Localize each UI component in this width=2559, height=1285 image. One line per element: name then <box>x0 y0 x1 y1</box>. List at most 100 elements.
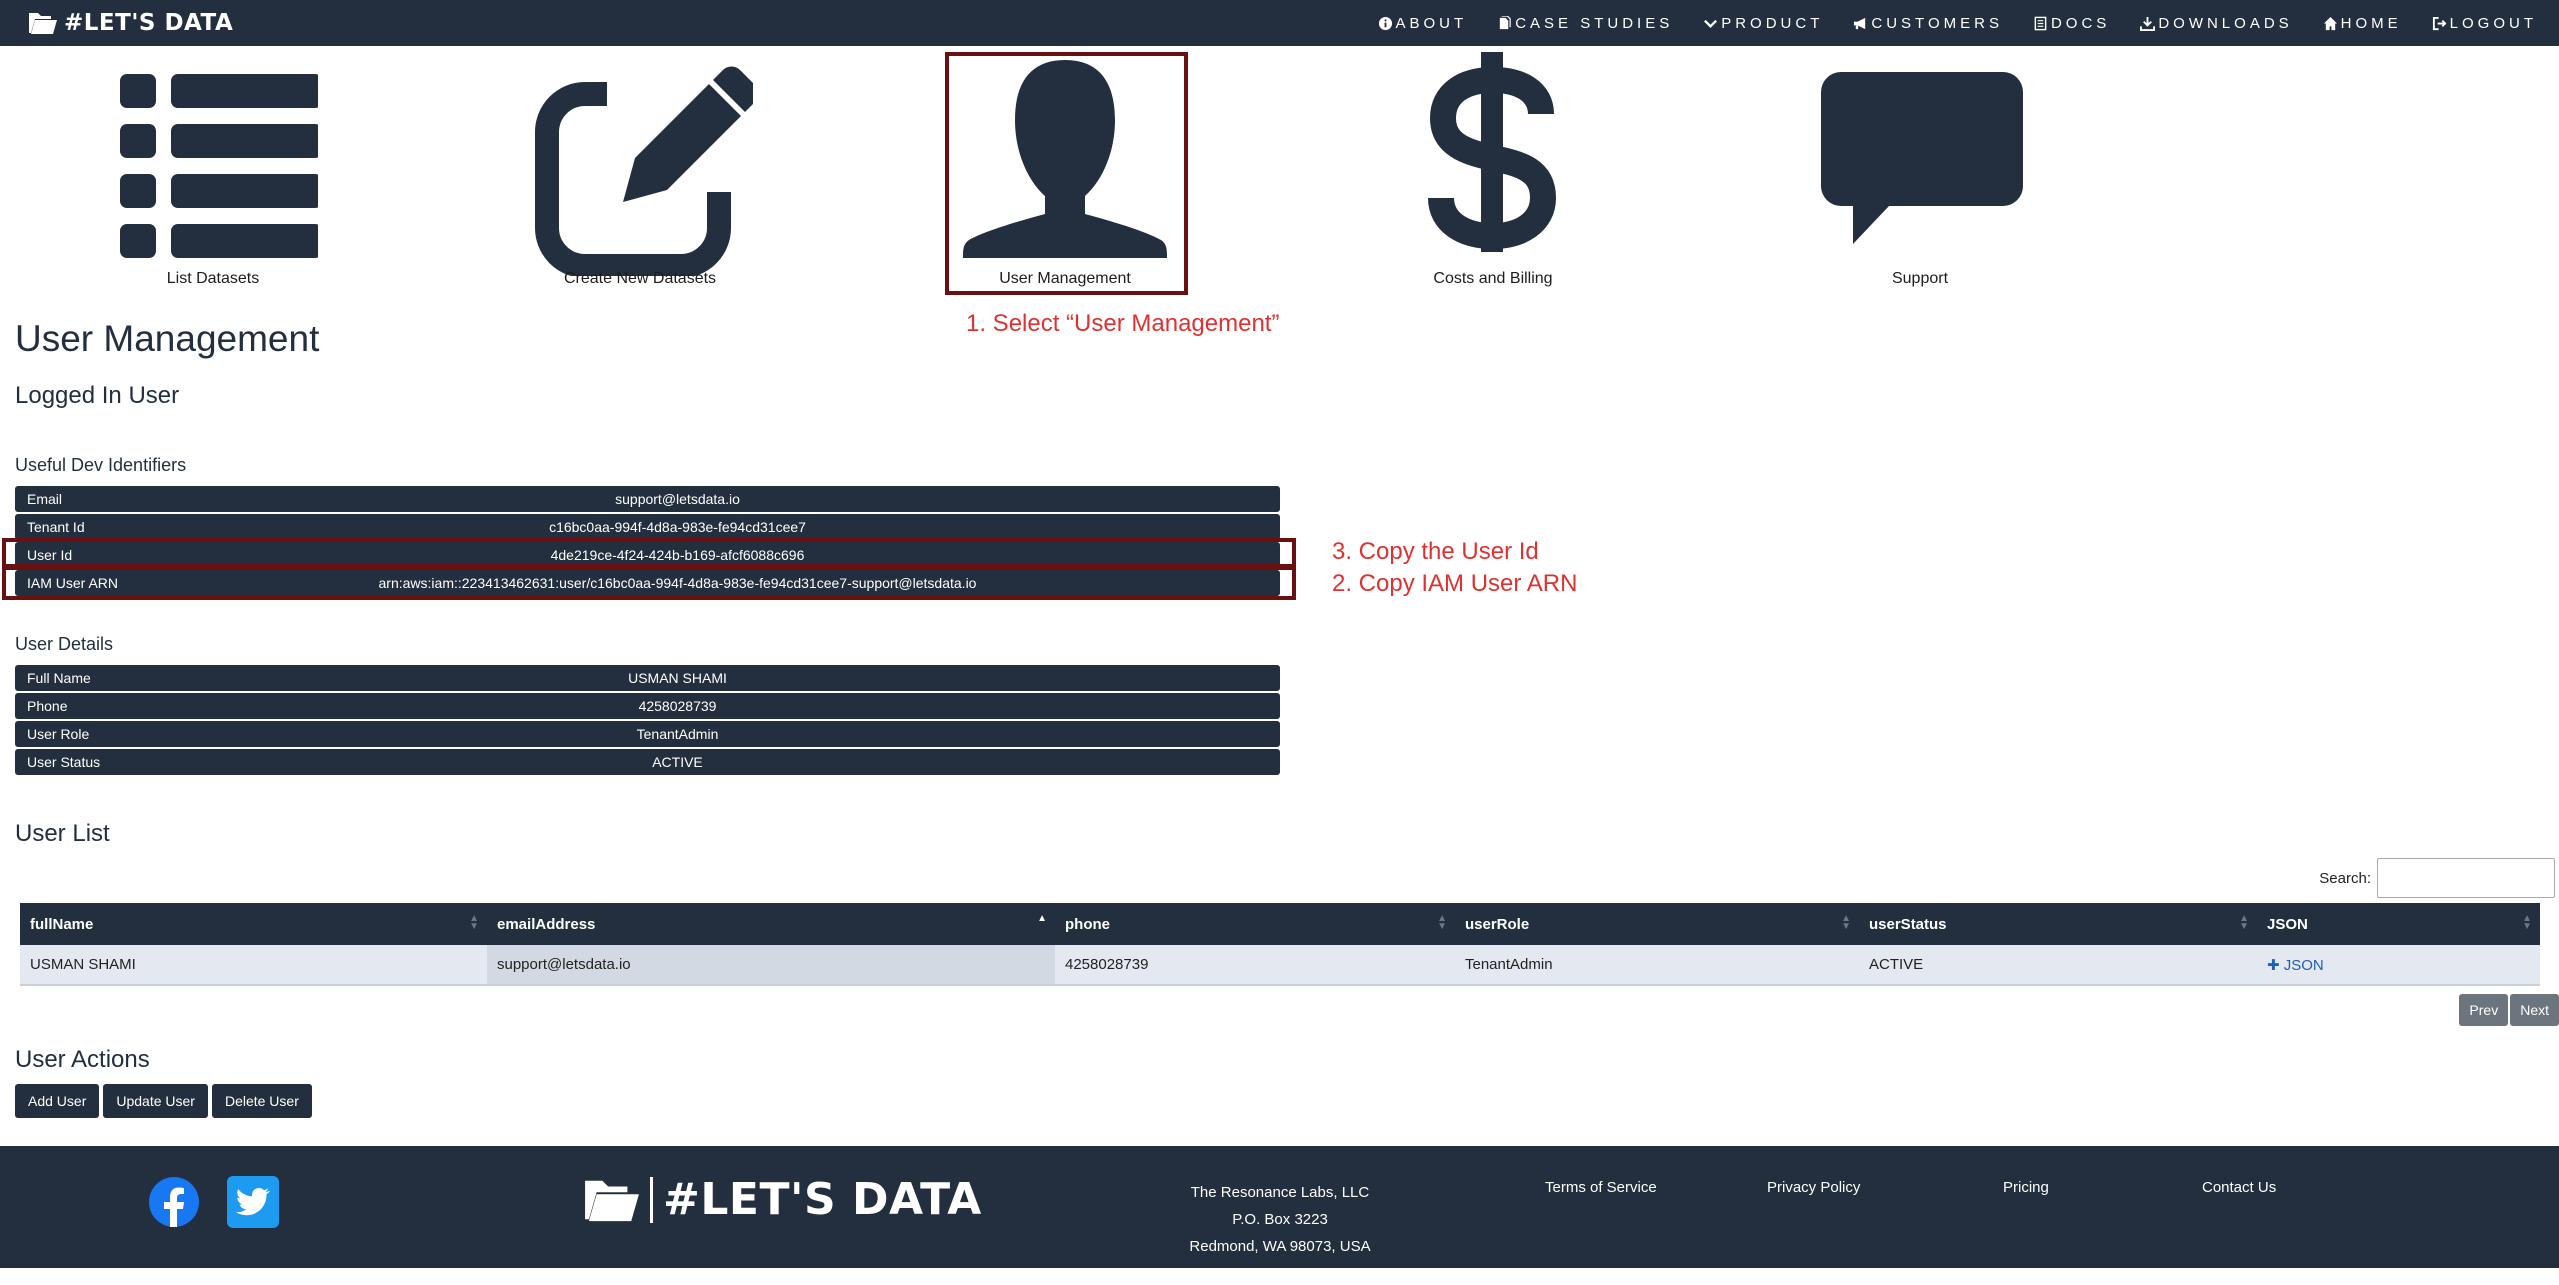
top-navbar: #LET'S DATA ABOUT CASE STUDIES PRODUCT C… <box>0 0 2559 46</box>
column-header-email[interactable]: emailAddress ▲ <box>487 903 1055 945</box>
nav-downloads[interactable]: DOWNLOADS <box>2140 15 2292 32</box>
city: Redmond, WA 98073, USA <box>1189 1238 1371 1255</box>
folder-logo-icon <box>29 13 57 34</box>
twitter-link[interactable] <box>227 1176 279 1233</box>
pagination: Prev Next <box>2459 994 2559 1026</box>
cell-fullname: USMAN SHAMI <box>20 945 487 986</box>
update-user-button[interactable]: Update User <box>103 1084 208 1118</box>
sort-icon: ▲ ▼ <box>2239 913 2249 932</box>
nav-logout[interactable]: LOGOUT <box>2432 15 2537 32</box>
table-header-row: fullName ▲ ▼ emailAddress ▲ phone ▲ ▼ userRol… <box>20 903 2540 945</box>
cell-json: ✚ JSON <box>2257 945 2540 986</box>
tile-list-datasets[interactable]: List Datasets <box>100 52 326 292</box>
home-icon <box>2323 16 2337 30</box>
company-name: The Resonance Labs, LLC <box>1190 1184 1370 1201</box>
list-icon <box>120 74 318 258</box>
user-list-table: fullName ▲ ▼ emailAddress ▲ phone ▲ ▼ userRol… <box>20 903 2540 986</box>
twitter-icon <box>227 1176 279 1228</box>
column-header-userstatus[interactable]: userStatus ▲ ▼ <box>1859 903 2257 945</box>
next-button[interactable]: Next <box>2510 994 2559 1026</box>
po-box: P.O. Box 3223 <box>1232 1211 1328 1228</box>
tile-create-datasets[interactable]: Create New Datasets <box>527 52 753 292</box>
sort-icon: ▲ ▼ <box>1841 913 1851 932</box>
search-box: Search: <box>2319 858 2555 898</box>
cell-email: support@letsdata.io <box>487 945 1055 986</box>
nav-docs[interactable]: DOCS <box>2033 15 2110 32</box>
page-title: User Management <box>15 318 320 359</box>
tile-costs-billing[interactable]: Costs and Billing <box>1380 52 1606 292</box>
edit-icon <box>535 66 753 276</box>
user-list-heading: User List <box>15 820 110 847</box>
facebook-icon <box>149 1177 199 1227</box>
user-actions: Add User Update User Delete User <box>15 1084 312 1118</box>
download-icon <box>2140 16 2156 31</box>
chat-bubble-icon <box>1821 72 2023 244</box>
cell-phone: 4258028739 <box>1055 945 1455 986</box>
add-user-button[interactable]: Add User <box>15 1084 100 1118</box>
dev-row-tenant-id: Tenant Id c16bc0aa-994f-4d8a-983e-fe94cd… <box>15 514 1280 540</box>
footer-brand-text: #LET'S DATA <box>663 1174 982 1225</box>
table-row: USMAN SHAMI support@letsdata.io 42580287… <box>20 945 2540 986</box>
document-icon <box>2034 16 2047 30</box>
footer-address: The Resonance Labs, LLC P.O. Box 3223 Re… <box>1130 1179 1430 1260</box>
sort-icon: ▲ ▼ <box>469 913 479 932</box>
json-link[interactable]: ✚ JSON <box>2267 957 2324 974</box>
nav-links: ABOUT CASE STUDIES PRODUCT CUSTOMERS DOC… <box>1378 0 2538 46</box>
detail-row-user-role: User Role TenantAdmin <box>15 721 1280 747</box>
cell-userrole: TenantAdmin <box>1455 945 1859 986</box>
dev-row-email: Email support@letsdata.io <box>15 486 1280 512</box>
brand-text: #LET'S DATA <box>64 10 234 36</box>
delete-user-button[interactable]: Delete User <box>211 1084 312 1118</box>
column-header-fullname[interactable]: fullName ▲ ▼ <box>20 903 487 945</box>
chevron-down-icon <box>1704 19 1718 28</box>
sort-icon: ▲ ▼ <box>1437 913 1447 932</box>
column-header-json[interactable]: JSON ▲ ▼ <box>2257 903 2540 945</box>
footer-brand[interactable]: #LET'S DATA <box>583 1174 982 1225</box>
annotation-step3: 3. Copy the User Id <box>1332 538 1539 565</box>
annotation-step2: 2. Copy IAM User ARN <box>1332 570 1578 597</box>
column-header-phone[interactable]: phone ▲ ▼ <box>1055 903 1455 945</box>
terms-link[interactable]: Terms of Service <box>1545 1179 1657 1196</box>
privacy-link[interactable]: Privacy Policy <box>1767 1179 1860 1196</box>
nav-product[interactable]: PRODUCT <box>1703 15 1823 32</box>
user-details-table: Full Name USMAN SHAMI Phone 4258028739 U… <box>15 665 1280 777</box>
plus-icon: ✚ <box>2267 956 2280 974</box>
logout-icon <box>2432 16 2447 30</box>
contact-link[interactable]: Contact Us <box>2202 1179 2276 1196</box>
tile-label: List Datasets <box>166 270 260 287</box>
user-actions-heading: User Actions <box>15 1046 150 1073</box>
annotation-step1: 1. Select “User Management” <box>966 310 1280 337</box>
logged-in-heading: Logged In User <box>15 382 180 409</box>
detail-row-user-status: User Status ACTIVE <box>15 749 1280 775</box>
folder-logo-icon <box>585 1180 639 1221</box>
brand-logo[interactable]: #LET'S DATA <box>28 9 233 37</box>
pricing-link[interactable]: Pricing <box>2003 1179 2049 1196</box>
info-icon <box>1378 16 1392 30</box>
highlight-user-management <box>945 52 1188 295</box>
detail-row-phone: Phone 4258028739 <box>15 693 1280 719</box>
cell-userstatus: ACTIVE <box>1859 945 2257 986</box>
tile-label: Costs and Billing <box>1433 270 1553 287</box>
tile-support[interactable]: Support <box>1807 52 2033 292</box>
footer: #LET'S DATA The Resonance Labs, LLC P.O.… <box>0 1146 2559 1268</box>
highlight-iam-arn <box>2 566 1296 600</box>
megaphone-icon <box>1854 17 1866 29</box>
prev-button[interactable]: Prev <box>2459 994 2509 1026</box>
user-details-heading: User Details <box>15 634 114 654</box>
search-input[interactable] <box>2377 858 2555 898</box>
divider-bar <box>650 1176 653 1223</box>
nav-home[interactable]: HOME <box>2323 15 2402 32</box>
dev-ids-heading: Useful Dev Identifiers <box>15 455 187 475</box>
nav-about[interactable]: ABOUT <box>1378 15 1468 32</box>
tile-label: Create New Datasets <box>563 270 717 287</box>
sort-icon: ▲ ▼ <box>2522 913 2532 932</box>
files-icon <box>1500 15 1511 29</box>
column-header-userrole[interactable]: userRole ▲ ▼ <box>1455 903 1859 945</box>
highlight-user-id <box>2 538 1296 568</box>
detail-row-full-name: Full Name USMAN SHAMI <box>15 665 1280 691</box>
nav-case-studies[interactable]: CASE STUDIES <box>1497 15 1673 32</box>
tile-label: Support <box>1891 270 1949 287</box>
facebook-link[interactable] <box>148 1176 200 1233</box>
sort-asc-icon: ▲ <box>1037 913 1047 924</box>
nav-customers[interactable]: CUSTOMERS <box>1853 15 2003 32</box>
